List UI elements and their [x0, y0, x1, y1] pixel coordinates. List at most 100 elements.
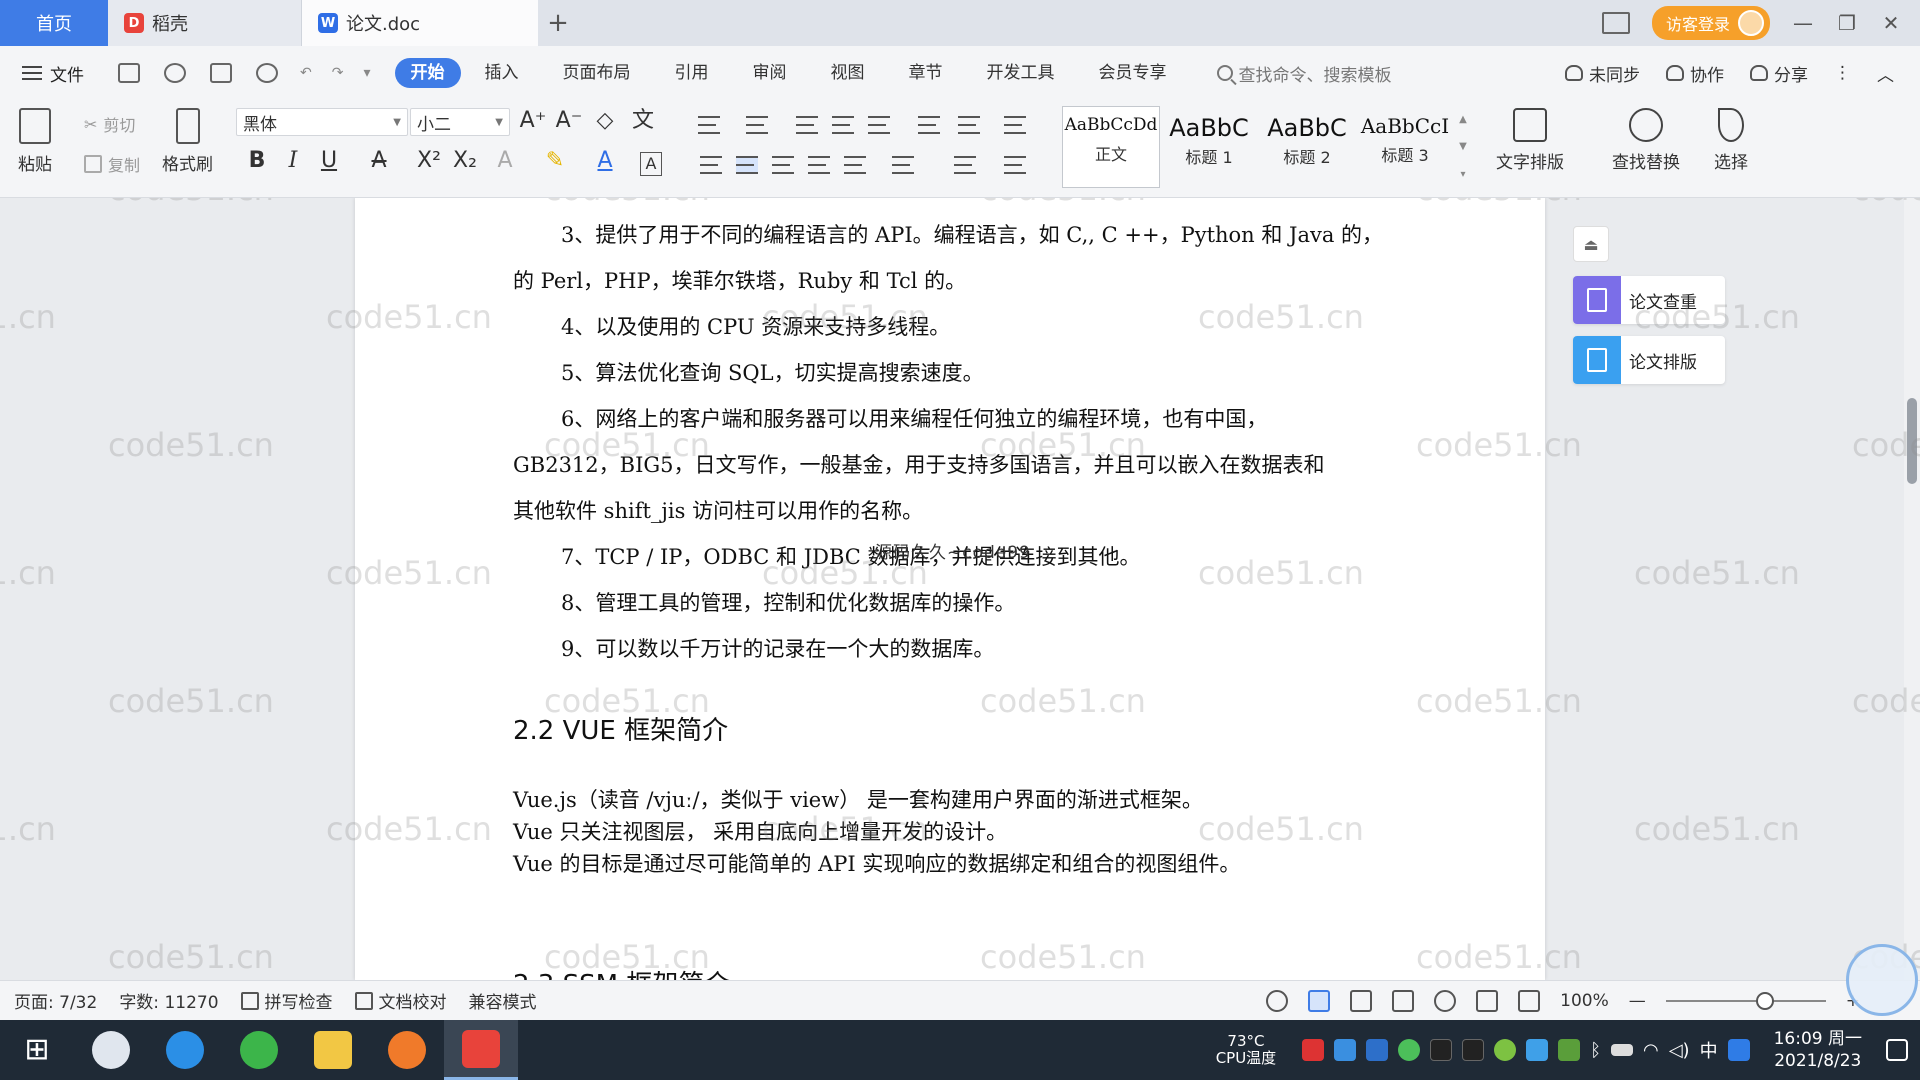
align-center-icon[interactable] — [736, 156, 758, 174]
numbered-list-icon[interactable] — [746, 116, 768, 134]
format-painter-button[interactable]: 格式刷 — [162, 108, 213, 175]
underline-icon[interactable]: U — [314, 146, 344, 176]
paragraph[interactable]: 6、网络上的客户端和服务器可以用来编程任何独立的编程环境，也有中国， — [513, 396, 1433, 442]
style-heading-3[interactable]: AaBbCcI 标题 3 — [1356, 106, 1454, 188]
search-tray-icon[interactable] — [1727, 1039, 1750, 1061]
select-button[interactable]: 选择 — [1714, 108, 1748, 173]
tab-document[interactable]: W 论文.doc — [302, 0, 538, 46]
vue-line[interactable]: Vue 的目标是通过尽可能简单的 API 实现响应的数据绑定和组合的视图组件。 — [513, 848, 1240, 880]
penguin-icon[interactable] — [1462, 1039, 1485, 1061]
tab-home[interactable]: 首页 — [0, 0, 108, 46]
shield-icon[interactable] — [1366, 1039, 1389, 1061]
paragraph[interactable]: GB2312，BIG5，日文写作，一般基金，用于支持多国语言，并且可以嵌入在数据… — [513, 442, 1433, 488]
page-indicator[interactable]: 页面: 7/32 — [14, 988, 97, 1013]
paste-button[interactable]: 粘贴 — [18, 108, 52, 175]
word-count[interactable]: 字数: 11270 — [119, 988, 218, 1013]
style-normal[interactable]: AaBbCcDd 正文 — [1062, 106, 1160, 188]
text-layout-button[interactable]: 文字排版 — [1496, 108, 1564, 173]
superscript-icon[interactable]: X² — [414, 146, 444, 176]
fit-page-icon[interactable] — [1518, 989, 1541, 1012]
style-scroll[interactable]: ▲ ▼ ▾ — [1454, 106, 1472, 188]
wifi-icon[interactable]: ◠ — [1643, 1040, 1659, 1061]
expand-icon[interactable]: ▾ — [1460, 169, 1465, 180]
align-right-icon[interactable] — [772, 156, 794, 174]
menu-tab-3[interactable]: 引用 — [655, 58, 729, 88]
spell-check-button[interactable]: 拼写检查 — [240, 988, 333, 1013]
font-name-select[interactable]: 黑体 ▼ — [236, 108, 408, 136]
write-mode-icon[interactable] — [1476, 989, 1499, 1012]
penguin-icon[interactable] — [1430, 1039, 1453, 1061]
font-color-icon[interactable]: A — [590, 146, 620, 176]
chevron-up-icon[interactable]: ▲ — [1459, 114, 1467, 125]
gpu-icon[interactable] — [1558, 1039, 1581, 1061]
document-page[interactable]: — — — — — — — — — — 3、提供了用于不同的编程语言的 API。… — [355, 198, 1545, 980]
justify-icon[interactable] — [808, 156, 830, 174]
tray-app-icon[interactable] — [1398, 1039, 1421, 1061]
align-left-icon[interactable] — [700, 156, 722, 174]
shading-icon[interactable] — [954, 156, 976, 174]
chevron-down-icon[interactable]: ▼ — [1459, 141, 1467, 152]
paper-check-button[interactable]: 论文查重 — [1573, 276, 1725, 324]
borders-icon[interactable] — [1004, 156, 1026, 174]
share-button[interactable]: 分享 — [1750, 61, 1808, 86]
decrease-indent-icon[interactable] — [796, 116, 818, 134]
tab-daoke[interactable]: D 稻壳 — [108, 0, 302, 46]
char-border-icon[interactable]: A — [640, 152, 662, 176]
more-icon[interactable]: ⋮ — [1834, 63, 1851, 83]
window-layout-icon[interactable] — [1601, 12, 1630, 34]
proofread-button[interactable]: 文档校对 — [354, 988, 447, 1013]
distributed-align-icon[interactable] — [844, 156, 866, 174]
minimize-icon[interactable]: — — [1792, 11, 1814, 35]
vertical-scrollbar[interactable] — [1904, 198, 1920, 980]
battery-icon[interactable] — [1611, 1044, 1633, 1056]
style-heading-1[interactable]: AaBbC 标题 1 — [1160, 106, 1258, 188]
sync-button[interactable]: 未同步 — [1565, 61, 1640, 86]
sort-icon[interactable] — [918, 116, 940, 134]
page-view-icon[interactable] — [1308, 989, 1331, 1012]
body-text[interactable]: 3、提供了用于不同的编程语言的 API。编程语言，如 C,, C ++，Pyth… — [513, 212, 1433, 672]
menu-tab-4[interactable]: 审阅 — [733, 58, 807, 88]
clear-format-icon[interactable]: ◇ — [590, 106, 620, 136]
italic-icon[interactable]: I — [278, 146, 308, 176]
start-button[interactable]: ⊞ — [0, 1020, 74, 1080]
collapse-ribbon-icon[interactable]: ︿ — [1877, 61, 1894, 86]
taskbar-app-pinwheel[interactable] — [74, 1020, 148, 1080]
menu-tab-2[interactable]: 页面布局 — [543, 58, 651, 88]
reading-view-icon[interactable] — [1392, 989, 1415, 1012]
strikethrough-icon[interactable]: A — [364, 146, 394, 176]
paragraph[interactable]: 8、管理工具的管理，控制和优化数据库的操作。 — [513, 580, 1433, 626]
save-icon[interactable] — [118, 63, 140, 83]
paragraph[interactable]: 其他软件 shift_jis 访问柱可以用作的名称。 — [513, 488, 1433, 534]
paragraph[interactable]: 9、可以数以千万计的记录在一个大的数据库。 — [513, 626, 1433, 672]
menu-tab-1[interactable]: 插入 — [465, 58, 539, 88]
taskbar-app-ie[interactable] — [148, 1020, 222, 1080]
taskbar-app-explorer[interactable] — [296, 1020, 370, 1080]
tray-app-icon[interactable] — [1334, 1039, 1357, 1061]
restore-icon[interactable]: ❐ — [1836, 11, 1858, 35]
bluetooth-icon[interactable]: ᛒ — [1590, 1040, 1601, 1061]
new-tab-button[interactable]: + — [538, 0, 578, 46]
line-spacing-icon[interactable] — [892, 156, 914, 174]
bullet-list-icon[interactable] — [698, 116, 720, 134]
redo-icon[interactable]: ↷ — [332, 65, 344, 81]
phonetic-icon[interactable]: 文 — [628, 106, 658, 136]
copy-button[interactable]: 复制 — [84, 152, 140, 176]
web-view-icon[interactable] — [1434, 989, 1457, 1012]
print-icon[interactable] — [210, 63, 232, 83]
clock[interactable]: 16:09 周一 2021/8/23 — [1774, 1028, 1862, 1072]
paper-layout-button[interactable]: 论文排版 — [1573, 336, 1725, 384]
eye-protect-icon[interactable] — [1266, 989, 1289, 1012]
zoom-out-icon[interactable]: — — [1629, 991, 1646, 1011]
chinese-layout-icon[interactable] — [868, 116, 890, 134]
tray-app-icon[interactable] — [1302, 1039, 1325, 1061]
zoom-knob[interactable] — [1755, 991, 1774, 1010]
scroll-thumb[interactable] — [1907, 398, 1917, 484]
paragraph[interactable]: 的 Perl，PHP，埃菲尔铁塔，Ruby 和 Tcl 的。 — [513, 258, 1433, 304]
tray-app-icon[interactable] — [1526, 1039, 1549, 1061]
zoom-slider[interactable] — [1665, 991, 1826, 1010]
tray-app-icon[interactable] — [1494, 1039, 1517, 1061]
vue-intro[interactable]: Vue.js（读音 /vjuː/，类似于 view） 是一套构建用户界面的渐进式… — [513, 784, 1240, 880]
undo-icon[interactable]: ↶ — [300, 65, 312, 81]
customize-dropdown-icon[interactable]: ▾ — [363, 65, 370, 81]
cut-button[interactable]: ✂ 剪切 — [84, 112, 135, 136]
